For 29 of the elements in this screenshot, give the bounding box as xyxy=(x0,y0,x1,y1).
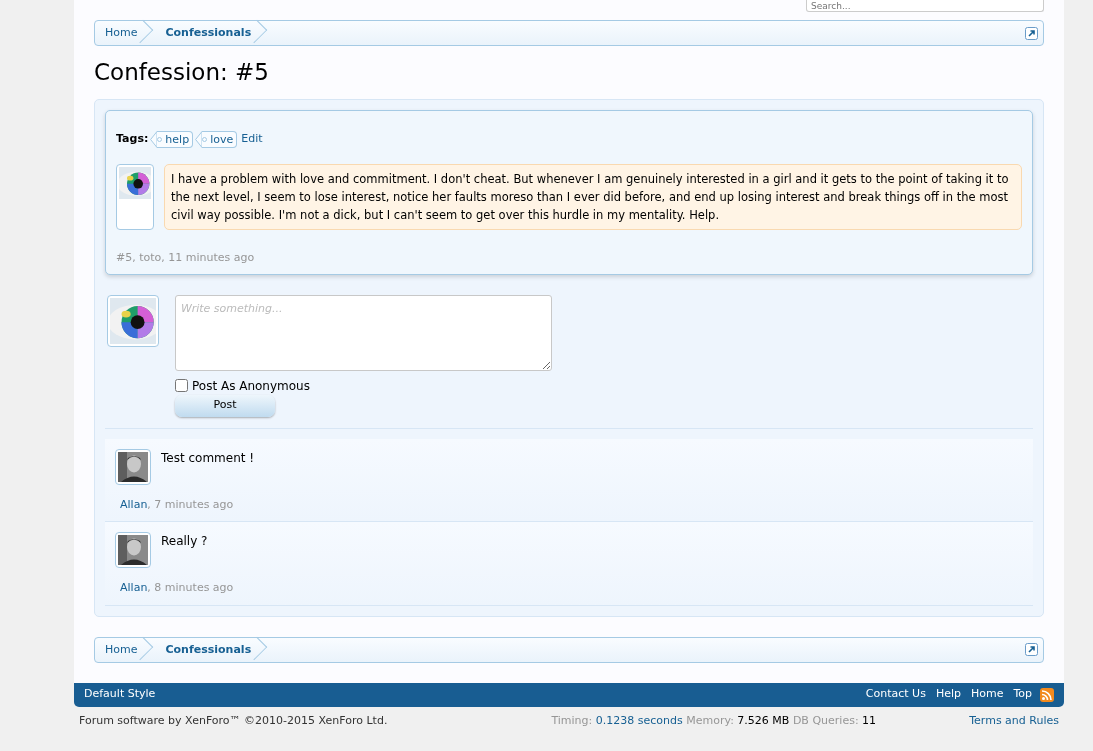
post-message: I have a problem with love and commitment. I don't cheat. But whenever I am genuinely interested in a girl and it gets to the point of taking it to the next level, I seem to lose interest, notice her faults moreso than I ever did before, and end up losing interest and break things off in the most civil way possible. I'm not a dick, but I can't seem to get over this hurdle in my mentality. Help. xyxy=(164,163,1022,230)
terms-link[interactable]: Terms and Rules xyxy=(969,712,1059,730)
tags-label: Tags: xyxy=(116,130,149,147)
breadcrumb-link[interactable]: Confessionals xyxy=(155,637,270,662)
search-field[interactable]: Search... xyxy=(806,0,1044,12)
footer-link[interactable]: Top xyxy=(1013,686,1032,703)
comment-field[interactable]: Write something... xyxy=(175,295,552,372)
post-button[interactable]: Post xyxy=(175,394,275,417)
checkbox-label: Post As Anonymous xyxy=(192,377,310,395)
anonymous-checkbox[interactable] xyxy=(175,379,188,393)
edit-link[interactable]: Edit xyxy=(241,130,263,148)
breadcrumb-link[interactable]: Confessionals xyxy=(155,21,270,45)
comment-meta: Allan, 7 minutes ago xyxy=(120,496,235,513)
jump-icon[interactable] xyxy=(1025,643,1038,657)
footer-link[interactable]: Contact Us xyxy=(865,686,926,703)
jump-icon[interactable] xyxy=(1025,26,1038,40)
comment-meta: Allan, 8 minutes ago xyxy=(120,580,235,597)
debug-info: Timing: 0.1238 seconds Memory: 7.526 MB DB Queries: 11 xyxy=(551,712,877,729)
breadcrumb-link[interactable]: Home xyxy=(95,637,156,662)
comment-text: Test comment ! xyxy=(161,449,255,467)
footer-link[interactable]: Home xyxy=(970,686,1004,703)
breadcrumb-link[interactable]: Home xyxy=(95,21,156,45)
page-title: Confession: #5 xyxy=(94,59,270,87)
comment-text: Really ? xyxy=(161,533,208,551)
footer-link[interactable]: Help xyxy=(935,686,961,703)
copyright-text: Forum software by XenForo™ ©2010-2015 XenForo Ltd. xyxy=(79,712,388,729)
rss-icon[interactable] xyxy=(1040,687,1054,702)
post-meta: #5, toto, 11 minutes ago xyxy=(116,249,256,266)
style-chooser-link[interactable]: Default Style xyxy=(84,686,156,703)
